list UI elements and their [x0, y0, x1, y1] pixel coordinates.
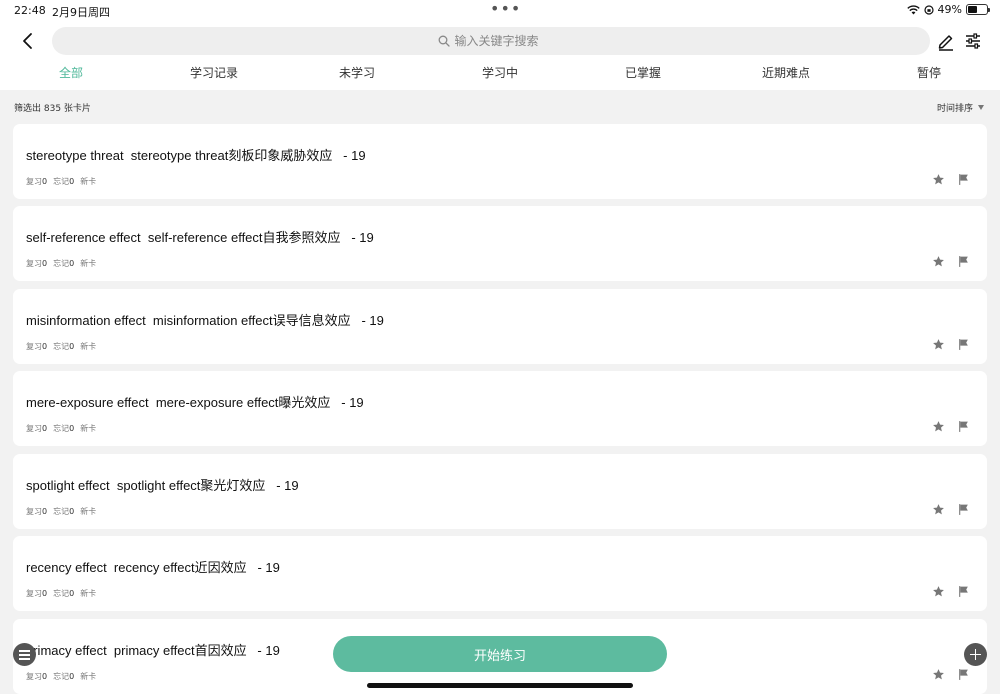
- home-indicator[interactable]: [367, 683, 633, 688]
- filter-settings-button[interactable]: [963, 31, 983, 51]
- sort-arrow-icon: [978, 105, 984, 110]
- battery-icon: [966, 4, 990, 15]
- card-item[interactable]: misinformation effect misinformation eff…: [13, 289, 987, 364]
- back-button[interactable]: [16, 28, 42, 54]
- flag-icon[interactable]: [957, 420, 970, 433]
- battery-percent: 49%: [937, 3, 962, 16]
- review-count: 复习0: [26, 424, 48, 433]
- edit-pen-icon: [938, 35, 953, 51]
- tab-study-record[interactable]: 学习记录: [190, 64, 238, 81]
- status-indicators: 49%: [906, 3, 990, 16]
- forget-count: 忘记0: [53, 589, 75, 598]
- card-title: misinformation effect misinformation eff…: [26, 313, 384, 328]
- flag-icon[interactable]: [957, 503, 970, 516]
- card-item[interactable]: spotlight effect spotlight effect聚光灯效应 -…: [13, 454, 987, 529]
- review-count: 复习0: [26, 342, 48, 351]
- status-time: 22:48: [14, 4, 46, 17]
- star-icon[interactable]: [932, 503, 945, 516]
- flag-icon[interactable]: [957, 668, 970, 681]
- forget-count: 忘记0: [53, 424, 75, 433]
- card-title: primacy effect primacy effect首因效应 - 19: [26, 643, 280, 658]
- menu-button[interactable]: [13, 643, 36, 666]
- card-meta: 复习0 忘记0 新卡: [26, 423, 96, 434]
- flag-icon[interactable]: [957, 255, 970, 268]
- card-status: 新卡: [80, 424, 97, 433]
- filter-sliders-icon: [966, 33, 980, 49]
- card-item[interactable]: stereotype threat stereotype threat刻板印象威…: [13, 124, 987, 199]
- sort-label: 时间排序: [936, 104, 973, 114]
- flag-icon[interactable]: [957, 338, 970, 351]
- battery-fill: [968, 6, 977, 13]
- star-icon[interactable]: [932, 338, 945, 351]
- top-area: 22:48 2月9日周四 ••• 49% 输入关键字搜索 全部 学习记录 未学习…: [0, 0, 1000, 90]
- review-count: 复习0: [26, 589, 48, 598]
- card-title: self-reference effect self-reference eff…: [26, 230, 374, 245]
- edit-button[interactable]: [936, 31, 956, 51]
- forget-count: 忘记0: [53, 177, 75, 186]
- card-title: mere-exposure effect mere-exposure effec…: [26, 395, 364, 410]
- card-status: 新卡: [80, 672, 97, 681]
- tab-paused[interactable]: 暂停: [917, 64, 941, 81]
- card-title: stereotype threat stereotype threat刻板印象威…: [26, 148, 366, 163]
- lock-rotation-icon: [923, 4, 934, 15]
- card-title: recency effect recency effect近因效应 - 19: [26, 560, 280, 575]
- search-bar[interactable]: [52, 27, 930, 55]
- forget-count: 忘记0: [53, 259, 75, 268]
- review-count: 复习0: [26, 507, 48, 516]
- star-icon[interactable]: [932, 173, 945, 186]
- start-practice-button[interactable]: 开始练习: [333, 636, 667, 672]
- menu-icon: [19, 658, 30, 660]
- menu-icon: [19, 650, 30, 652]
- plus-icon: [974, 649, 977, 660]
- card-item[interactable]: self-reference effect self-reference eff…: [13, 206, 987, 281]
- forget-count: 忘记0: [53, 672, 75, 681]
- tab-recent-difficult[interactable]: 近期难点: [762, 64, 810, 81]
- status-bar: 22:48 2月9日周四 ••• 49%: [0, 0, 1000, 22]
- review-count: 复习0: [26, 177, 48, 186]
- star-icon[interactable]: [932, 668, 945, 681]
- card-status: 新卡: [80, 177, 97, 186]
- card-meta: 复习0 忘记0 新卡: [26, 176, 96, 187]
- star-icon[interactable]: [932, 585, 945, 598]
- card-status: 新卡: [80, 342, 97, 351]
- wifi-icon: [906, 4, 920, 14]
- flag-icon[interactable]: [957, 585, 970, 598]
- sort-dropdown[interactable]: 时间排序: [937, 101, 984, 114]
- filter-count: 筛选出 835 张卡片: [14, 104, 91, 114]
- card-item[interactable]: mere-exposure effect mere-exposure effec…: [13, 371, 987, 446]
- multitasking-dots-icon[interactable]: •••: [490, 1, 521, 17]
- start-practice-label: 开始练习: [473, 648, 526, 664]
- search-icon: [438, 35, 450, 47]
- star-icon[interactable]: [932, 420, 945, 433]
- menu-icon: [19, 654, 30, 656]
- card-meta: 复习0 忘记0 新卡: [26, 671, 96, 682]
- tab-mastered[interactable]: 已掌握: [625, 64, 661, 81]
- back-chevron-icon: [23, 33, 32, 49]
- tab-all[interactable]: 全部: [59, 64, 83, 81]
- card-item[interactable]: recency effect recency effect近因效应 - 19 复…: [13, 536, 987, 611]
- flag-icon[interactable]: [957, 173, 970, 186]
- review-count: 复习0: [26, 672, 48, 681]
- card-title: spotlight effect spotlight effect聚光灯效应 -…: [26, 478, 299, 493]
- card-status: 新卡: [80, 589, 97, 598]
- tab-bar: 全部 学习记录 未学习 学习中 已掌握 近期难点 暂停: [0, 64, 1000, 88]
- status-date: 2月9日周四: [52, 6, 110, 19]
- card-status: 新卡: [80, 507, 97, 516]
- review-count: 复习0: [26, 259, 48, 268]
- card-meta: 复习0 忘记0 新卡: [26, 258, 96, 269]
- tab-learning[interactable]: 学习中: [482, 64, 518, 81]
- forget-count: 忘记0: [53, 507, 75, 516]
- card-status: 新卡: [80, 259, 97, 268]
- forget-count: 忘记0: [53, 342, 75, 351]
- tab-unlearned[interactable]: 未学习: [339, 64, 375, 81]
- add-card-button[interactable]: [964, 643, 987, 666]
- card-meta: 复习0 忘记0 新卡: [26, 341, 96, 352]
- search-input[interactable]: [454, 34, 545, 48]
- star-icon[interactable]: [932, 255, 945, 268]
- card-meta: 复习0 忘记0 新卡: [26, 506, 96, 517]
- card-meta: 复习0 忘记0 新卡: [26, 588, 96, 599]
